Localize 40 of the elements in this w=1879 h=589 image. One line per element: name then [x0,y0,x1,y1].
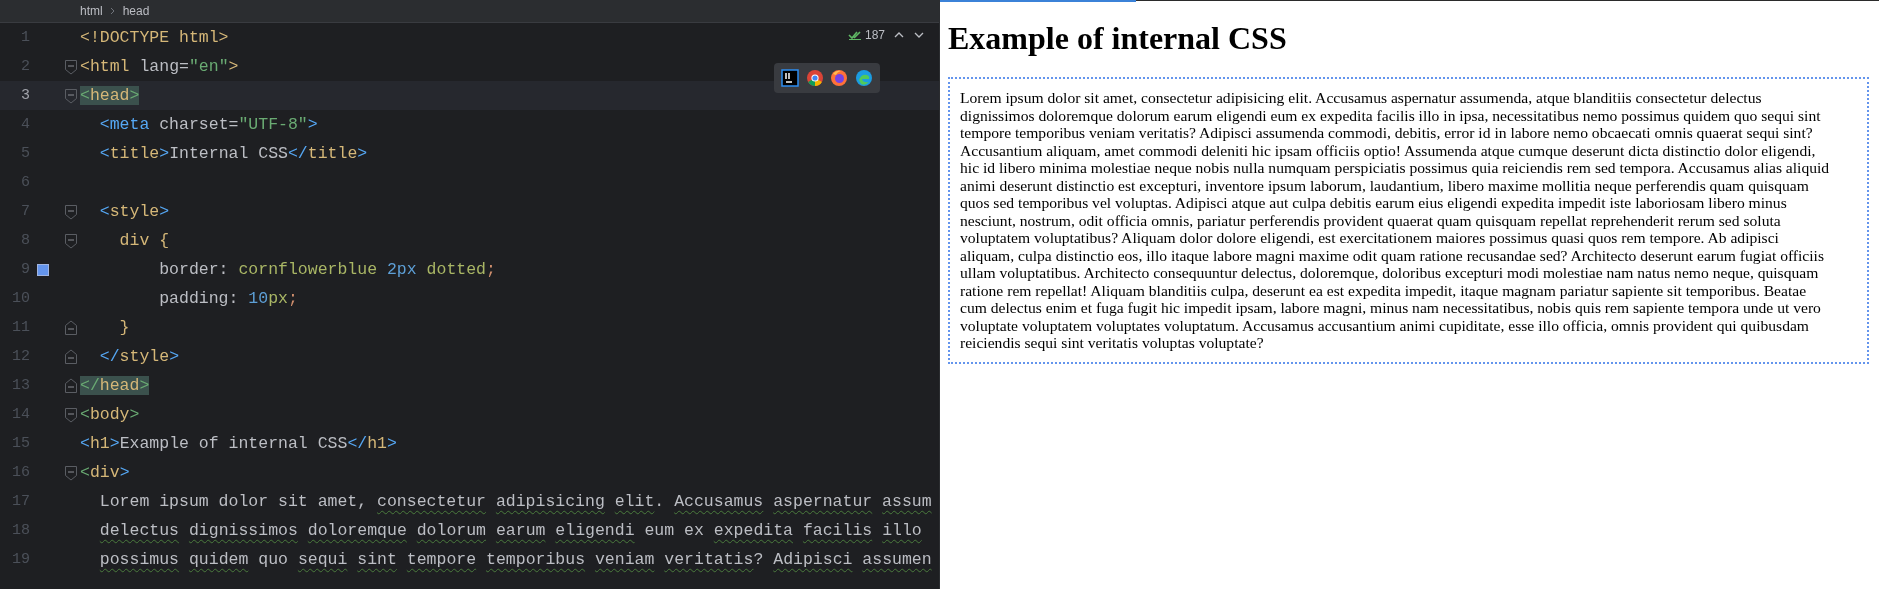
code-line: </head> [80,376,150,395]
code-line: <style> [98,202,170,221]
code-line: <div> [80,463,130,482]
page-heading: Example of internal CSS [948,20,1288,57]
code-line: </style> [98,347,180,366]
code-line: <!DOCTYPE html> [80,28,229,47]
code-line: possimus quidem quo sequi sint tempore temporibus veniam veritatis? Adipisci assumen [98,550,932,569]
code-line: Lorem ipsum dolor sit amet, consectetur adipisicing elit. Accusamus aspernatur assum [98,492,932,511]
fold-icon[interactable] [64,319,78,336]
code-line: <h1>Example of internal CSS</h1> [80,434,397,453]
fold-icon[interactable] [64,87,78,104]
chevron-icon [108,7,117,15]
browser-icon[interactable] [854,69,873,87]
fold-icon[interactable] [64,377,78,394]
breadcrumb-item[interactable]: head [122,4,150,18]
code-line: delectus dignissimos doloremque dolorum earum eligendi eum ex expedita facilis illo [98,521,922,540]
fold-icon[interactable] [64,58,78,75]
fold-icon[interactable] [64,203,78,220]
browser-icon[interactable] [805,69,824,87]
code-line: <body> [80,405,140,424]
code-line: border: cornflowerblue 2px dotted; [158,260,496,279]
code-line: <meta charset="UTF-8"> [98,115,318,134]
code-line: <head> [80,86,140,105]
fold-icon[interactable] [64,348,78,365]
color-swatch[interactable] [37,263,49,276]
bordered-paragraph: Lorem ipsum dolor sit amet, consectetur adipisicing elit. Accusamus aspernatur assumenda, atque blanditiis consectetur delectus dignissimos doloremque dolorum earum eligendi eum ex expedita facilis illo in ipsa, necessitatibus nemo possimus quidem quo sequi sint tempore temporibus veniam veritatis? Adipisci assumenda commodi, debitis, error id in labore nemo obcaecati omnis quaerat sequi sint? Accusantium aliquam, amet commodi deleniti hic ipsam officiis optio! Assumenda atque cumque deserunt dicta distinctio dolor eligendi, hic id libero minima molestiae neque nobis nulla numquam perspiciatis possimus quia reiciendis rem sed tempora. Accusamus alias aliquid animi deserunt distinctio est excepturi, inventore ipsum laborum, laudantium, libero maxime mollitia neque perferendis quam quisquam quos sed temporibus vel voluptas. Adipisci atque aut culpa debitis earum eius eligendi expedita impedit iste laboriosam libero minus nesciunt, nostrum, odit officia omnis, pariatur perferendis provident quaerat quam quisquam repellat reprehenderit rerum sed soluta voluptatem voluptatibus? Aliquam dolor dolore eligendi, est exercitationem maiores possimus quasi quos rem tempore. Ab adipisci aliquam, culpa distinctio eos, illo itaque labore magni maxime odit quam ratione recusandae sed? Architecto deserunt earum fugiat officiis ullam voluptatibus. Architecto consequuntur delectus, doloremque, doloribus excepturi modi molestiae nam natus nemo neque, quisquam ratione rem repellat! Aliquam blanditiis culpa, deserunt ea est expedita impedit, itaque magnam pariatur sapiente sit temporibus. Beatae cum delectus enim et fuga fugit hic impedit ipsam, labore magni, minus nam necessitatibus, nobis quis rem sapiente tempora unde ut vero voluptate voluptatem voluptates voluptatum. Accusamus accusantium animi cupiditate, esse illo officia, omnis provident qui quibusdam reiciendis sequi sint veritatis voluptas voluptate? [948,77,1869,364]
fold-icon[interactable] [64,406,78,423]
code-line: padding: 10px; [158,289,298,308]
line-number: 3 [20,87,30,104]
code-line: div { [118,231,170,250]
checkmark-icon [847,30,862,40]
fold-icon[interactable] [64,232,78,249]
breadcrumb-item[interactable]: html [80,4,103,18]
inspection-counter[interactable]: 187 [847,28,885,42]
code-line: <html lang="en"> [80,57,239,76]
code-line: } [118,318,130,337]
code-line: <title>Internal CSS</title> [98,144,368,163]
fold-icon[interactable] [64,464,78,481]
browser-icon[interactable] [830,69,849,87]
ide-logo-icon[interactable] [781,69,800,87]
